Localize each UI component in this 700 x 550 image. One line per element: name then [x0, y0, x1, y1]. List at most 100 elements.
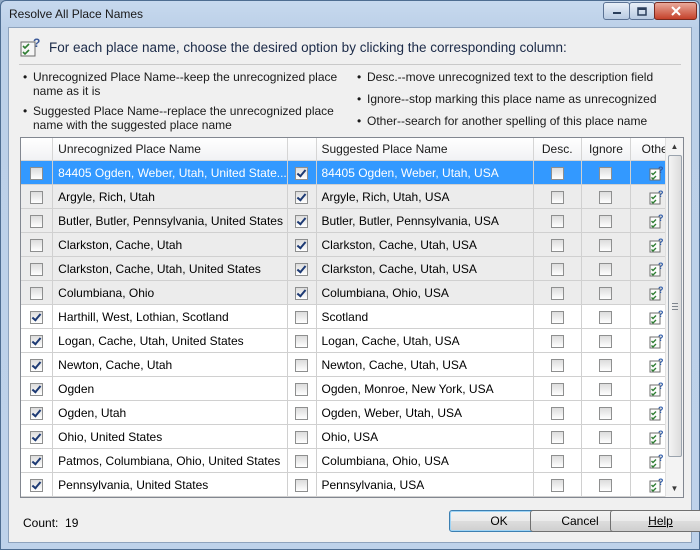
- ignore-cell[interactable]: [581, 376, 632, 401]
- use-suggested-cell[interactable]: [287, 376, 317, 401]
- scroll-thumb[interactable]: [668, 155, 682, 457]
- ignore-checkbox[interactable]: [599, 406, 613, 420]
- desc-cell[interactable]: [533, 424, 582, 449]
- title-bar[interactable]: Resolve All Place Names: [1, 1, 699, 27]
- use-suggested-checkbox[interactable]: [295, 334, 309, 348]
- header-desc[interactable]: Desc.: [533, 138, 582, 161]
- keep-cell[interactable]: [21, 232, 54, 257]
- ignore-checkbox[interactable]: [599, 454, 613, 468]
- search-place-icon[interactable]: ?: [649, 237, 665, 253]
- desc-checkbox[interactable]: [550, 238, 564, 252]
- unrecognized-place-cell[interactable]: Logan, Cache, Utah, United States: [52, 328, 288, 353]
- table-row[interactable]: Ohio, United States Ohio, USA ?: [21, 424, 683, 449]
- ignore-cell[interactable]: [581, 256, 632, 281]
- use-suggested-checkbox[interactable]: [295, 214, 309, 228]
- unrecognized-place-cell[interactable]: Ogden, Utah: [52, 400, 288, 425]
- desc-cell[interactable]: [533, 304, 582, 329]
- keep-checkbox[interactable]: [30, 286, 44, 300]
- header-ignore[interactable]: Ignore: [581, 138, 632, 161]
- suggested-place-cell[interactable]: Pennsylvania, USA: [316, 472, 534, 497]
- search-place-icon[interactable]: ?: [649, 261, 665, 277]
- unrecognized-place-cell[interactable]: Argyle, Rich, Utah: [52, 184, 288, 209]
- keep-checkbox[interactable]: [30, 190, 44, 204]
- table-row[interactable]: Argyle, Rich, Utah Argyle, Rich, Utah, US…: [21, 184, 683, 209]
- use-suggested-checkbox[interactable]: [295, 190, 309, 204]
- keep-cell[interactable]: [21, 400, 54, 425]
- table-row[interactable]: Columbiana, Ohio Columbiana, Ohio, USA ?: [21, 280, 683, 305]
- use-suggested-cell[interactable]: [287, 160, 317, 185]
- keep-cell[interactable]: [21, 256, 54, 281]
- vertical-scrollbar[interactable]: ▲ ▼: [665, 138, 683, 497]
- table-row[interactable]: Clarkston, Cache, Utah Clarkston, Cache, …: [21, 232, 683, 257]
- suggested-place-cell[interactable]: Clarkston, Cache, Utah, USA: [316, 256, 534, 281]
- suggested-place-cell[interactable]: Newton, Cache, Utah, USA: [316, 352, 534, 377]
- use-suggested-checkbox[interactable]: [295, 478, 309, 492]
- keep-checkbox[interactable]: [30, 358, 44, 372]
- keep-cell[interactable]: [21, 448, 54, 473]
- table-row[interactable]: Newton, Cache, Utah Newton, Cache, Utah, …: [21, 352, 683, 377]
- desc-checkbox[interactable]: [550, 310, 564, 324]
- suggested-place-cell[interactable]: Columbiana, Ohio, USA: [316, 280, 534, 305]
- desc-cell[interactable]: [533, 400, 582, 425]
- header-keep[interactable]: [21, 138, 54, 161]
- desc-checkbox[interactable]: [550, 334, 564, 348]
- use-suggested-checkbox[interactable]: [295, 358, 309, 372]
- suggested-place-cell[interactable]: 84405 Ogden, Weber, Utah, USA: [316, 160, 534, 185]
- table-row[interactable]: Clarkston, Cache, Utah, United States Cla…: [21, 256, 683, 281]
- desc-checkbox[interactable]: [550, 358, 564, 372]
- keep-checkbox[interactable]: [30, 238, 44, 252]
- suggested-place-cell[interactable]: Clarkston, Cache, Utah, USA: [316, 232, 534, 257]
- ignore-checkbox[interactable]: [599, 382, 613, 396]
- keep-checkbox[interactable]: [30, 382, 44, 396]
- ignore-cell[interactable]: [581, 232, 632, 257]
- table-row[interactable]: Harthill, West, Lothian, Scotland Scotlan…: [21, 304, 683, 329]
- unrecognized-place-cell[interactable]: Clarkston, Cache, Utah, United States: [52, 256, 288, 281]
- ignore-checkbox[interactable]: [599, 430, 613, 444]
- ignore-cell[interactable]: [581, 472, 632, 497]
- keep-checkbox[interactable]: [30, 454, 44, 468]
- desc-cell[interactable]: [533, 160, 582, 185]
- use-suggested-cell[interactable]: [287, 208, 317, 233]
- desc-checkbox[interactable]: [550, 190, 564, 204]
- scroll-up-arrow-icon[interactable]: ▲: [666, 138, 683, 155]
- use-suggested-checkbox[interactable]: [295, 286, 309, 300]
- table-row[interactable]: Logan, Cache, Utah, United States Logan, …: [21, 328, 683, 353]
- search-place-icon[interactable]: ?: [649, 357, 665, 373]
- use-suggested-checkbox[interactable]: [295, 310, 309, 324]
- desc-checkbox[interactable]: [550, 478, 564, 492]
- keep-cell[interactable]: [21, 352, 54, 377]
- desc-cell[interactable]: [533, 328, 582, 353]
- ignore-cell[interactable]: [581, 352, 632, 377]
- use-suggested-cell[interactable]: [287, 448, 317, 473]
- use-suggested-cell[interactable]: [287, 472, 317, 497]
- table-row[interactable]: Pennsylvania, United States Pennsylvania,…: [21, 472, 683, 497]
- header-use-suggested[interactable]: [287, 138, 317, 161]
- use-suggested-cell[interactable]: [287, 256, 317, 281]
- ignore-cell[interactable]: [581, 184, 632, 209]
- ignore-checkbox[interactable]: [599, 358, 613, 372]
- keep-cell[interactable]: [21, 280, 54, 305]
- desc-cell[interactable]: [533, 472, 582, 497]
- use-suggested-checkbox[interactable]: [295, 454, 309, 468]
- table-row[interactable]: Ogden, Utah Ogden, Weber, Utah, USA ?: [21, 400, 683, 425]
- use-suggested-cell[interactable]: [287, 232, 317, 257]
- unrecognized-place-cell[interactable]: Newton, Cache, Utah: [52, 352, 288, 377]
- ignore-checkbox[interactable]: [599, 286, 613, 300]
- unrecognized-place-cell[interactable]: Ogden: [52, 376, 288, 401]
- unrecognized-place-cell[interactable]: Patmos, Columbiana, Ohio, United States: [52, 448, 288, 473]
- ignore-checkbox[interactable]: [599, 262, 613, 276]
- scroll-down-arrow-icon[interactable]: ▼: [666, 480, 683, 497]
- ignore-cell[interactable]: [581, 208, 632, 233]
- header-unrecognized[interactable]: Unrecognized Place Name: [52, 138, 288, 161]
- desc-cell[interactable]: [533, 232, 582, 257]
- keep-cell[interactable]: [21, 304, 54, 329]
- table-row[interactable]: 84405 Ogden, Weber, Utah, United State..…: [21, 160, 683, 185]
- keep-cell[interactable]: [21, 472, 54, 497]
- desc-checkbox[interactable]: [550, 382, 564, 396]
- use-suggested-cell[interactable]: [287, 328, 317, 353]
- use-suggested-cell[interactable]: [287, 280, 317, 305]
- keep-checkbox[interactable]: [30, 214, 44, 228]
- suggested-place-cell[interactable]: Scotland: [316, 304, 534, 329]
- header-suggested[interactable]: Suggested Place Name: [316, 138, 534, 161]
- table-row[interactable]: Patmos, Columbiana, Ohio, United States C…: [21, 448, 683, 473]
